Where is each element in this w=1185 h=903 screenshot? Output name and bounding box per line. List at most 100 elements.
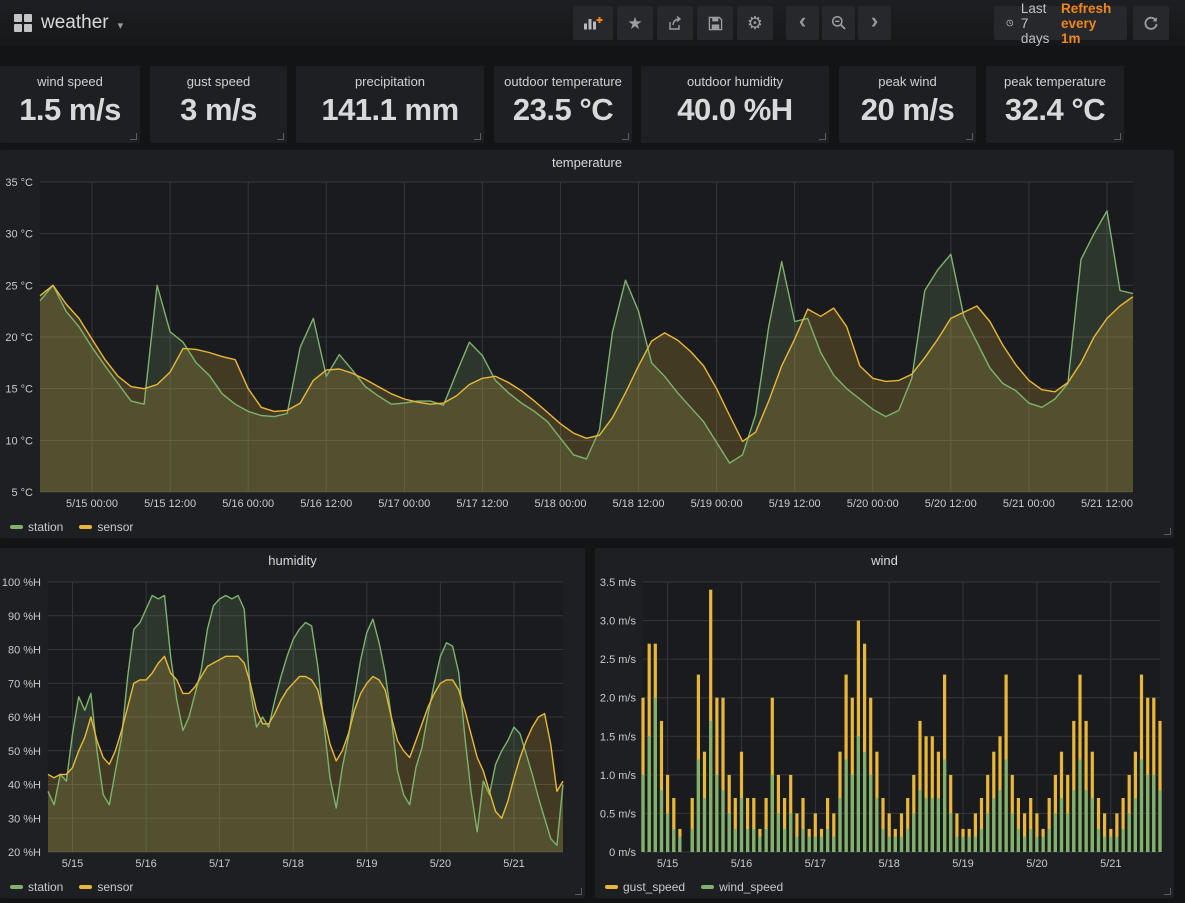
svg-text:5/16 12:00: 5/16 12:00 xyxy=(300,498,352,510)
zoom-out-icon xyxy=(831,15,847,31)
svg-text:35 °C: 35 °C xyxy=(5,177,33,189)
humidity-graph-panel: humidity 20 %H30 %H40 %H50 %H60 %H70 %H8… xyxy=(0,548,585,898)
panel-title[interactable]: wind speed xyxy=(0,66,140,89)
stat-value: 20 m/s xyxy=(839,92,976,128)
svg-text:5/21: 5/21 xyxy=(1100,858,1121,870)
panel-title[interactable]: humidity xyxy=(0,548,585,574)
refresh-icon xyxy=(1143,15,1159,31)
stat-panel-gust-speed: gust speed 3 m/s xyxy=(150,66,287,143)
legend-color-swatch xyxy=(10,525,23,529)
save-icon xyxy=(708,16,723,31)
share-icon xyxy=(667,15,683,31)
panel-title[interactable]: gust speed xyxy=(150,66,287,89)
resize-handle[interactable] xyxy=(474,133,481,140)
svg-text:25 °C: 25 °C xyxy=(5,280,33,292)
stat-panel-outdoor-humidity: outdoor humidity 40.0 %H xyxy=(641,66,829,143)
panel-title[interactable]: peak wind xyxy=(839,66,976,89)
resize-handle[interactable] xyxy=(1164,888,1171,895)
svg-text:2.0 m/s: 2.0 m/s xyxy=(600,693,637,705)
svg-text:5/21 00:00: 5/21 00:00 xyxy=(1003,498,1055,510)
legend-color-swatch xyxy=(79,525,92,529)
panel-title[interactable]: precipitation xyxy=(296,66,484,89)
legend-label: sensor xyxy=(97,520,133,534)
dashboard-title[interactable]: weather xyxy=(41,12,109,34)
panel-title[interactable]: temperature xyxy=(0,150,1174,176)
svg-text:5/15 12:00: 5/15 12:00 xyxy=(144,498,196,510)
svg-text:5/20: 5/20 xyxy=(430,858,451,870)
stat-panel-wind-speed: wind speed 1.5 m/s xyxy=(0,66,140,143)
add-panel-button[interactable] xyxy=(573,6,613,40)
svg-text:1.0 m/s: 1.0 m/s xyxy=(600,770,637,782)
svg-text:5/17 00:00: 5/17 00:00 xyxy=(378,498,430,510)
humidity-graph[interactable]: 20 %H30 %H40 %H50 %H60 %H70 %H80 %H90 %H… xyxy=(0,574,585,872)
svg-text:90 %H: 90 %H xyxy=(8,611,41,623)
svg-text:3.0 m/s: 3.0 m/s xyxy=(600,616,637,628)
legend-item-station[interactable]: station xyxy=(10,520,63,534)
dashboard-grid-icon[interactable] xyxy=(14,14,32,32)
stat-panel-peak-wind: peak wind 20 m/s xyxy=(839,66,976,143)
clock-icon xyxy=(1006,15,1014,31)
svg-text:100 %H: 100 %H xyxy=(2,577,41,589)
time-picker-button[interactable]: Last 7 days Refresh every 1m xyxy=(994,6,1127,40)
resize-handle[interactable] xyxy=(1164,528,1171,535)
resize-handle[interactable] xyxy=(277,133,284,140)
resize-handle[interactable] xyxy=(130,133,137,140)
svg-text:5/19: 5/19 xyxy=(952,858,973,870)
svg-text:5/18 00:00: 5/18 00:00 xyxy=(535,498,587,510)
svg-text:30 %H: 30 %H xyxy=(8,813,41,825)
refresh-button[interactable] xyxy=(1133,6,1169,40)
svg-text:20 °C: 20 °C xyxy=(5,332,33,344)
svg-text:5/18 12:00: 5/18 12:00 xyxy=(613,498,665,510)
temperature-graph[interactable]: 5 °C10 °C15 °C20 °C25 °C30 °C35 °C5/15 0… xyxy=(0,176,1174,512)
panel-title[interactable]: wind xyxy=(595,548,1174,574)
settings-button[interactable]: ⚙ xyxy=(737,6,773,40)
legend-label: gust_speed xyxy=(623,880,685,894)
svg-text:5/18: 5/18 xyxy=(878,858,899,870)
time-range-label: Last 7 days xyxy=(1021,1,1054,46)
bar-chart-plus-icon xyxy=(583,15,604,31)
time-back-button[interactable]: ‹ xyxy=(786,6,819,40)
legend-item-station[interactable]: station xyxy=(10,880,63,894)
svg-text:5/21 12:00: 5/21 12:00 xyxy=(1081,498,1133,510)
resize-handle[interactable] xyxy=(575,888,582,895)
stat-value: 141.1 mm xyxy=(296,92,484,128)
svg-text:70 %H: 70 %H xyxy=(8,678,41,690)
resize-handle[interactable] xyxy=(819,133,826,140)
share-button[interactable] xyxy=(657,6,693,40)
star-button[interactable]: ★ xyxy=(617,6,653,40)
temperature-legend: station sensor xyxy=(10,520,133,534)
svg-text:10 °C: 10 °C xyxy=(5,435,33,447)
svg-text:30 °C: 30 °C xyxy=(5,229,33,241)
resize-handle[interactable] xyxy=(1114,133,1121,140)
stat-value: 32.4 °C xyxy=(986,92,1124,128)
zoom-out-button[interactable] xyxy=(822,6,855,40)
stat-panel-peak-temperature: peak temperature 32.4 °C xyxy=(986,66,1124,143)
legend-item-wind_speed[interactable]: wind_speed xyxy=(701,880,783,894)
svg-text:50 %H: 50 %H xyxy=(8,746,41,758)
save-button[interactable] xyxy=(697,6,733,40)
stat-panel-precipitation: precipitation 141.1 mm xyxy=(296,66,484,143)
svg-text:5/15: 5/15 xyxy=(62,858,83,870)
chevron-down-icon[interactable]: ▾ xyxy=(118,15,124,32)
svg-text:3.5 m/s: 3.5 m/s xyxy=(600,577,637,589)
time-forward-button[interactable]: › xyxy=(858,6,891,40)
svg-text:60 %H: 60 %H xyxy=(8,712,41,724)
svg-text:5/19 00:00: 5/19 00:00 xyxy=(691,498,743,510)
svg-text:40 %H: 40 %H xyxy=(8,780,41,792)
legend-item-sensor[interactable]: sensor xyxy=(79,880,133,894)
svg-text:5/19 12:00: 5/19 12:00 xyxy=(769,498,821,510)
panel-title[interactable]: outdoor temperature xyxy=(494,66,632,89)
svg-text:5/17: 5/17 xyxy=(209,858,230,870)
resize-handle[interactable] xyxy=(966,133,973,140)
panel-title[interactable]: peak temperature xyxy=(986,66,1124,89)
wind-graph[interactable]: 0 m/s0.5 m/s1.0 m/s1.5 m/s2.0 m/s2.5 m/s… xyxy=(595,574,1174,872)
legend-item-sensor[interactable]: sensor xyxy=(79,520,133,534)
legend-color-swatch xyxy=(701,885,714,889)
stat-value: 40.0 %H xyxy=(641,92,829,128)
resize-handle[interactable] xyxy=(622,133,629,140)
navbar: weather ▾ ★ ⚙ ‹ xyxy=(0,0,1185,46)
legend-item-gust_speed[interactable]: gust_speed xyxy=(605,880,685,894)
panel-title[interactable]: outdoor humidity xyxy=(641,66,829,89)
temperature-graph-panel: temperature 5 °C10 °C15 °C20 °C25 °C30 °… xyxy=(0,150,1174,538)
svg-text:2.5 m/s: 2.5 m/s xyxy=(600,654,637,666)
